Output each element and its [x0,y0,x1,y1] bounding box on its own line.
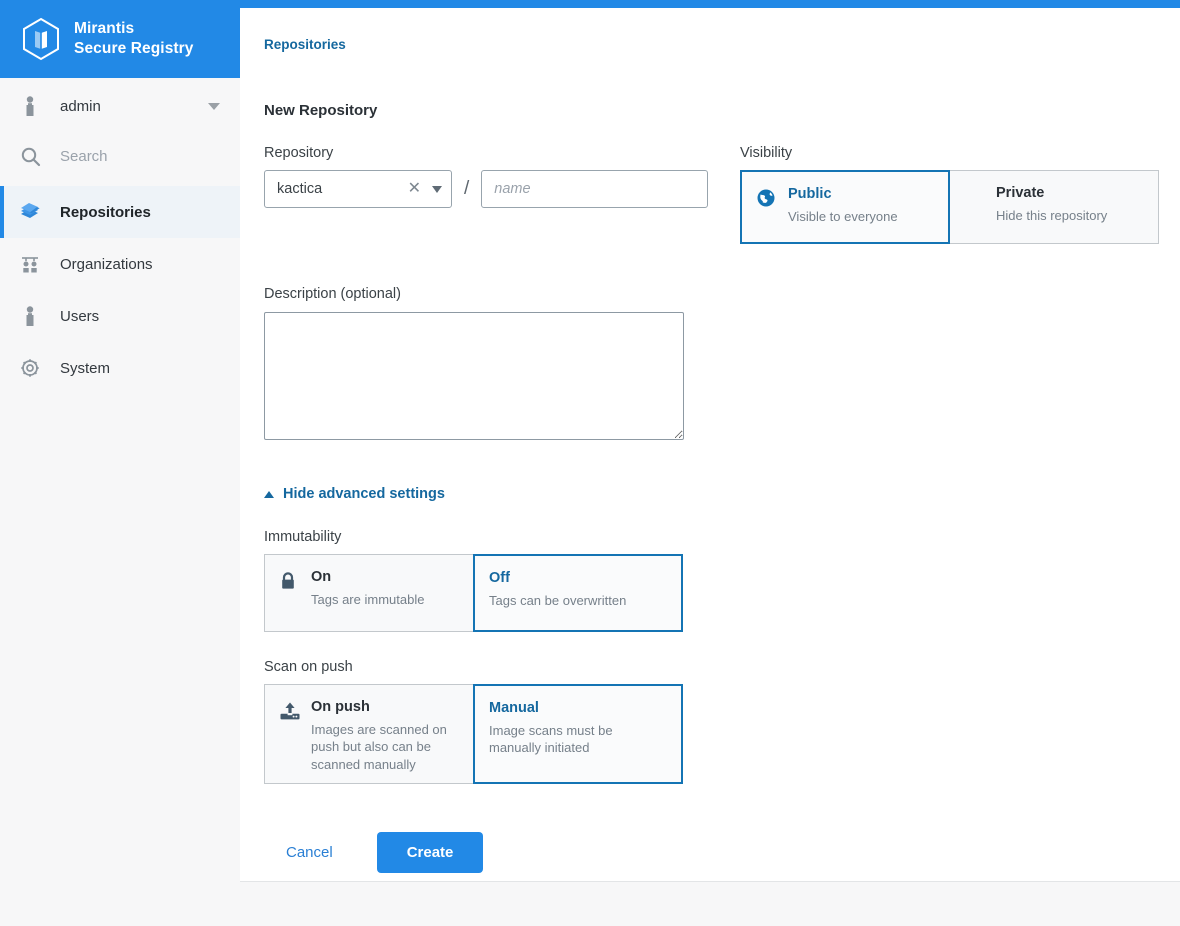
chevron-down-icon[interactable] [208,102,220,110]
scan-option-on-push[interactable]: On push Images are scanned on push but a… [264,684,474,784]
sidebar-item-repositories[interactable]: Repositories [0,186,240,238]
repository-label: Repository [264,145,334,161]
search-icon [0,146,60,167]
immutability-option-on[interactable]: On Tags are immutable [264,554,474,632]
breadcrumb-repositories[interactable]: Repositories [264,37,346,52]
no-icon-spacer [964,185,996,187]
search-row[interactable] [0,130,240,182]
namespace-select[interactable]: kactica ✕ [264,170,452,208]
user-name: admin [60,97,101,115]
description-label: Description (optional) [264,286,1156,302]
books-icon [0,201,60,223]
top-row: Repository kactica ✕ / Visibili [264,145,1159,244]
top-accent-bar [240,0,1180,8]
sidebar-nav: Repositories Organizations Users System [0,186,240,394]
advanced-settings-label: Hide advanced settings [283,486,445,502]
option-desc: Tags can be overwritten [489,593,627,608]
sidebar-item-label: Repositories [60,203,151,221]
option-desc: Image scans must be manually initiated [489,723,613,756]
option-title: On push [311,699,370,715]
person-icon [0,95,60,117]
sidebar-item-label: Users [60,307,100,325]
repository-field-group: Repository kactica ✕ / [264,145,708,244]
chevron-down-icon[interactable] [432,185,442,193]
option-title: Manual [489,700,539,716]
scan-on-push-options: On push Images are scanned on push but a… [264,684,1156,784]
new-repository-form: New Repository Repository kactica ✕ / na… [264,102,1159,873]
description-field-group: Description (optional) [264,286,1156,440]
form-actions: Cancel Create [264,832,1156,873]
path-separator: / [464,178,470,199]
option-desc: Visible to everyone [788,209,898,224]
immutability-field-group: Immutability On Tags are immutable Off T… [264,529,1156,632]
globe-icon [756,186,788,213]
option-title: Public [788,186,832,202]
upload-server-icon [279,699,311,728]
option-title: On [311,569,332,585]
cancel-button[interactable]: Cancel [264,834,355,871]
search-input[interactable] [60,147,210,165]
people-icon [0,253,60,275]
immutability-label: Immutability [264,529,342,545]
visibility-option-body: Private Hide this repository [996,185,1107,224]
scan-option-body: Manual Image scans must be manually init… [489,700,665,757]
visibility-field-group: Visibility Public Visible to everyone Pr… [740,145,1159,244]
page-title: New Repository [264,102,378,119]
gear-icon [0,357,60,379]
brand-header[interactable]: Mirantis Secure Registry [0,0,240,78]
brand-line-1: Mirantis [74,20,135,38]
sidebar-item-system[interactable]: System [0,342,240,394]
namespace-value: kactica [277,181,323,197]
brand-title: Mirantis Secure Registry [74,19,194,59]
scan-on-push-label: Scan on push [264,659,353,675]
scan-option-manual[interactable]: Manual Image scans must be manually init… [473,684,683,784]
option-desc: Images are scanned on push but also can … [311,722,447,772]
chevron-up-icon [264,490,274,498]
main-area: Repositories New Repository Repository k… [240,0,1180,926]
content-card: Repositories New Repository Repository k… [240,8,1180,882]
option-title: Private [996,185,1045,201]
create-button[interactable]: Create [376,832,484,873]
scan-on-push-field-group: Scan on push On push Images are scanned … [264,659,1156,784]
sidebar-item-users[interactable]: Users [0,290,240,342]
brand-line-2: Secure Registry [74,40,194,57]
visibility-option-public[interactable]: Public Visible to everyone [740,170,950,244]
option-desc: Tags are immutable [311,592,425,607]
hexagon-book-logo-icon [18,16,64,62]
visibility-options: Public Visible to everyone Private Hide … [740,170,1159,244]
repository-name-input[interactable] [481,170,708,208]
sidebar-item-label: System [60,359,111,377]
visibility-option-body: Public Visible to everyone [788,186,898,225]
scan-option-body: On push Images are scanned on push but a… [311,699,457,773]
close-icon[interactable]: ✕ [408,181,421,197]
advanced-settings-toggle[interactable]: Hide advanced settings [264,486,445,502]
option-title: Off [489,570,510,586]
immutability-option-body: Off Tags can be overwritten [489,570,626,609]
immutability-option-body: On Tags are immutable [311,569,424,608]
description-label-text: Description [264,286,337,302]
sidebar: Mirantis Secure Registry admin Search Re… [0,0,240,926]
visibility-option-private[interactable]: Private Hide this repository [949,170,1159,244]
visibility-label: Visibility [740,145,793,161]
sidebar-item-label: Organizations [60,255,153,273]
lock-icon [279,569,311,596]
immutability-option-off[interactable]: Off Tags can be overwritten [473,554,683,632]
app-root: Mirantis Secure Registry admin Search Re… [0,0,1180,926]
description-optional-text: (optional) [340,286,401,302]
repository-row: kactica ✕ / [264,170,708,208]
description-textarea[interactable] [264,312,684,440]
person-icon [0,305,60,327]
user-menu[interactable]: admin [0,82,240,130]
immutability-options: On Tags are immutable Off Tags can be ov… [264,554,1156,632]
sidebar-item-organizations[interactable]: Organizations [0,238,240,290]
option-desc: Hide this repository [996,208,1108,223]
